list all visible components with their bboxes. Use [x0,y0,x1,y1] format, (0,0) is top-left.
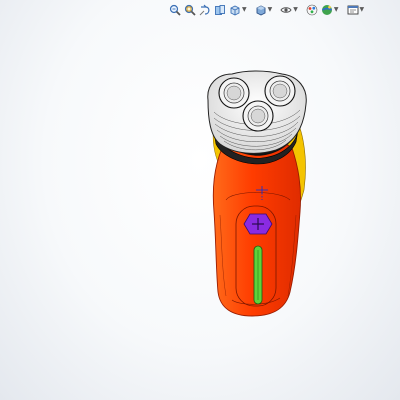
cutter-head-bottom [242,100,274,132]
shaver-model[interactable] [0,0,400,400]
cutter-head-left [218,77,250,109]
graphics-area[interactable]: ▼ ▼ ▼ ▼ ▼ [0,0,400,400]
cutter-head-right [264,75,296,107]
power-button [243,213,273,235]
